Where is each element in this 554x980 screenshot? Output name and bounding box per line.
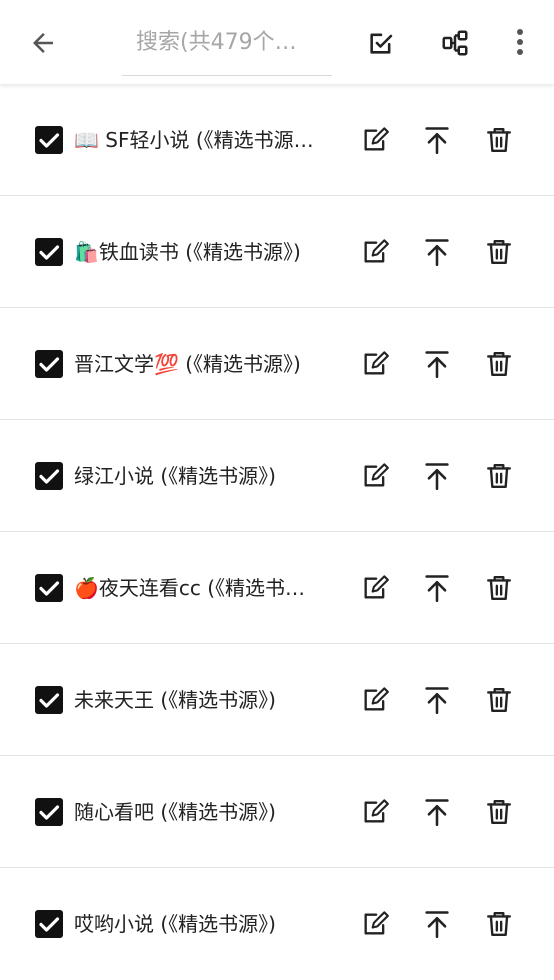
edit-icon[interactable] [359,572,391,604]
move-to-top-icon[interactable] [421,124,453,156]
checkbox[interactable] [35,910,63,938]
checkbox[interactable] [35,462,63,490]
list-item: 绿江小说 (《精选书源》) [0,420,554,532]
source-list: 📖 SF轻小说 (《精选书源… 🛍️铁血读书 (《精选书源》) 晋江文学💯 (《… [0,84,554,980]
list-item: 未来天王 (《精选书源》) [0,644,554,756]
source-name: 📖 SF轻小说 (《精选书源… [74,128,314,152]
list-item: 🛍️铁血读书 (《精选书源》) [0,196,554,308]
delete-icon[interactable] [483,572,515,604]
delete-icon[interactable] [483,236,515,268]
checkbox[interactable] [35,126,63,154]
edit-icon[interactable] [359,460,391,492]
search-box[interactable] [122,14,332,76]
move-to-top-icon[interactable] [421,684,453,716]
move-to-top-icon[interactable] [421,796,453,828]
checkbox[interactable] [35,350,63,378]
more-vert-icon[interactable] [503,24,537,60]
move-to-top-icon[interactable] [421,572,453,604]
source-name: 未来天王 (《精选书源》) [74,688,276,712]
list-item: 随心看吧 (《精选书源》) [0,756,554,868]
move-to-top-icon[interactable] [421,460,453,492]
group-tree-icon[interactable] [438,26,472,60]
top-toolbar [0,0,554,84]
list-item: 哎哟小说 (《精选书源》) [0,868,554,980]
delete-icon[interactable] [483,124,515,156]
edit-icon[interactable] [359,908,391,940]
edit-icon[interactable] [359,348,391,380]
select-edit-icon[interactable] [364,26,398,60]
delete-icon[interactable] [483,908,515,940]
back-arrow-icon[interactable] [26,26,60,60]
source-name: 晋江文学💯 (《精选书源》) [74,352,301,376]
list-item: 晋江文学💯 (《精选书源》) [0,308,554,420]
delete-icon[interactable] [483,796,515,828]
list-item: 📖 SF轻小说 (《精选书源… [0,84,554,196]
edit-icon[interactable] [359,684,391,716]
delete-icon[interactable] [483,684,515,716]
delete-icon[interactable] [483,348,515,380]
checkbox[interactable] [35,798,63,826]
move-to-top-icon[interactable] [421,908,453,940]
checkbox[interactable] [35,238,63,266]
search-input[interactable] [122,14,332,70]
edit-icon[interactable] [359,236,391,268]
move-to-top-icon[interactable] [421,236,453,268]
delete-icon[interactable] [483,460,515,492]
source-name: 随心看吧 (《精选书源》) [74,800,276,824]
source-name: 绿江小说 (《精选书源》) [74,464,276,488]
edit-icon[interactable] [359,796,391,828]
source-name: 🍎夜天连看cc (《精选书… [74,576,306,600]
edit-icon[interactable] [359,124,391,156]
move-to-top-icon[interactable] [421,348,453,380]
checkbox[interactable] [35,574,63,602]
checkbox[interactable] [35,686,63,714]
source-name: 🛍️铁血读书 (《精选书源》) [74,240,301,264]
list-item: 🍎夜天连看cc (《精选书… [0,532,554,644]
source-name: 哎哟小说 (《精选书源》) [74,912,276,936]
